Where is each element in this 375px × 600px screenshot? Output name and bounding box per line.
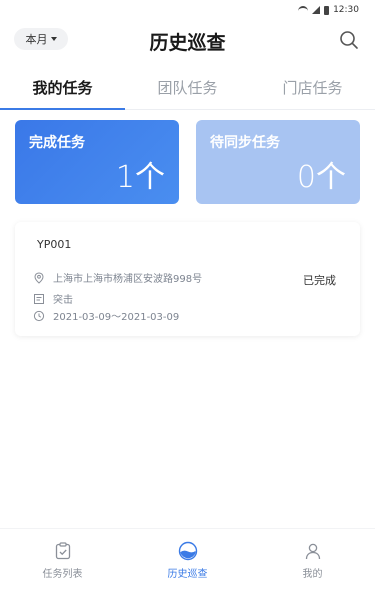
task-type-row: 突击 bbox=[33, 291, 73, 306]
task-type: 突击 bbox=[53, 295, 73, 306]
completed-tasks-card[interactable]: 完成任务 1个 bbox=[15, 120, 179, 204]
battery-icon bbox=[324, 5, 330, 15]
task-status-badge: 已完成 bbox=[303, 274, 336, 287]
document-icon bbox=[34, 293, 44, 304]
task-address-row: 上海市上海市杨浦区安波路998号 bbox=[33, 270, 202, 285]
signal-icon bbox=[312, 6, 321, 14]
nav-task-list-label: 任务列表 bbox=[42, 569, 83, 580]
page-title: 历史巡查 bbox=[149, 32, 226, 54]
pending-sync-count: 0个 bbox=[296, 160, 346, 195]
pending-sync-card[interactable]: 待同步任务 0个 bbox=[196, 120, 360, 204]
status-bar: 12:30 bbox=[0, 0, 375, 20]
nav-history-label: 历史巡查 bbox=[167, 569, 208, 580]
user-icon bbox=[305, 543, 320, 560]
history-circle-icon bbox=[178, 541, 197, 561]
pending-sync-label: 待同步任务 bbox=[210, 135, 280, 151]
clipboard-check-icon bbox=[55, 542, 70, 560]
clock-icon bbox=[33, 310, 45, 321]
completed-tasks-label: 完成任务 bbox=[29, 135, 85, 151]
tab-store-tasks[interactable]: 门店任务 bbox=[250, 66, 375, 109]
completed-tasks-count: 1个 bbox=[115, 160, 165, 195]
task-date-range: 2021-03-09～2021-03-09 bbox=[53, 312, 180, 323]
app-header: 本月 历史巡查 bbox=[0, 20, 375, 60]
status-time: 12:30 bbox=[333, 5, 359, 15]
tab-my-tasks[interactable]: 我的任务 bbox=[0, 66, 125, 110]
task-date-row: 2021-03-09～2021-03-09 bbox=[33, 308, 179, 323]
location-pin-icon bbox=[34, 271, 44, 284]
nav-mine[interactable]: 我的 bbox=[250, 529, 375, 600]
nav-history[interactable]: 历史巡查 bbox=[125, 529, 250, 600]
task-tabs: 我的任务 团队任务 门店任务 bbox=[0, 66, 375, 110]
wifi-icon bbox=[298, 6, 309, 14]
task-card[interactable]: YP001 上海市上海市杨浦区安波路998号 已完成 突击 2021-03-09… bbox=[15, 222, 360, 336]
task-code: YP001 bbox=[37, 238, 72, 251]
bottom-nav: 任务列表 历史巡查 我的 bbox=[0, 528, 375, 600]
nav-mine-label: 我的 bbox=[302, 569, 323, 580]
task-address: 上海市上海市杨浦区安波路998号 bbox=[53, 274, 203, 285]
search-icon[interactable] bbox=[339, 30, 359, 50]
tab-team-tasks[interactable]: 团队任务 bbox=[125, 66, 250, 109]
nav-task-list[interactable]: 任务列表 bbox=[0, 529, 125, 600]
